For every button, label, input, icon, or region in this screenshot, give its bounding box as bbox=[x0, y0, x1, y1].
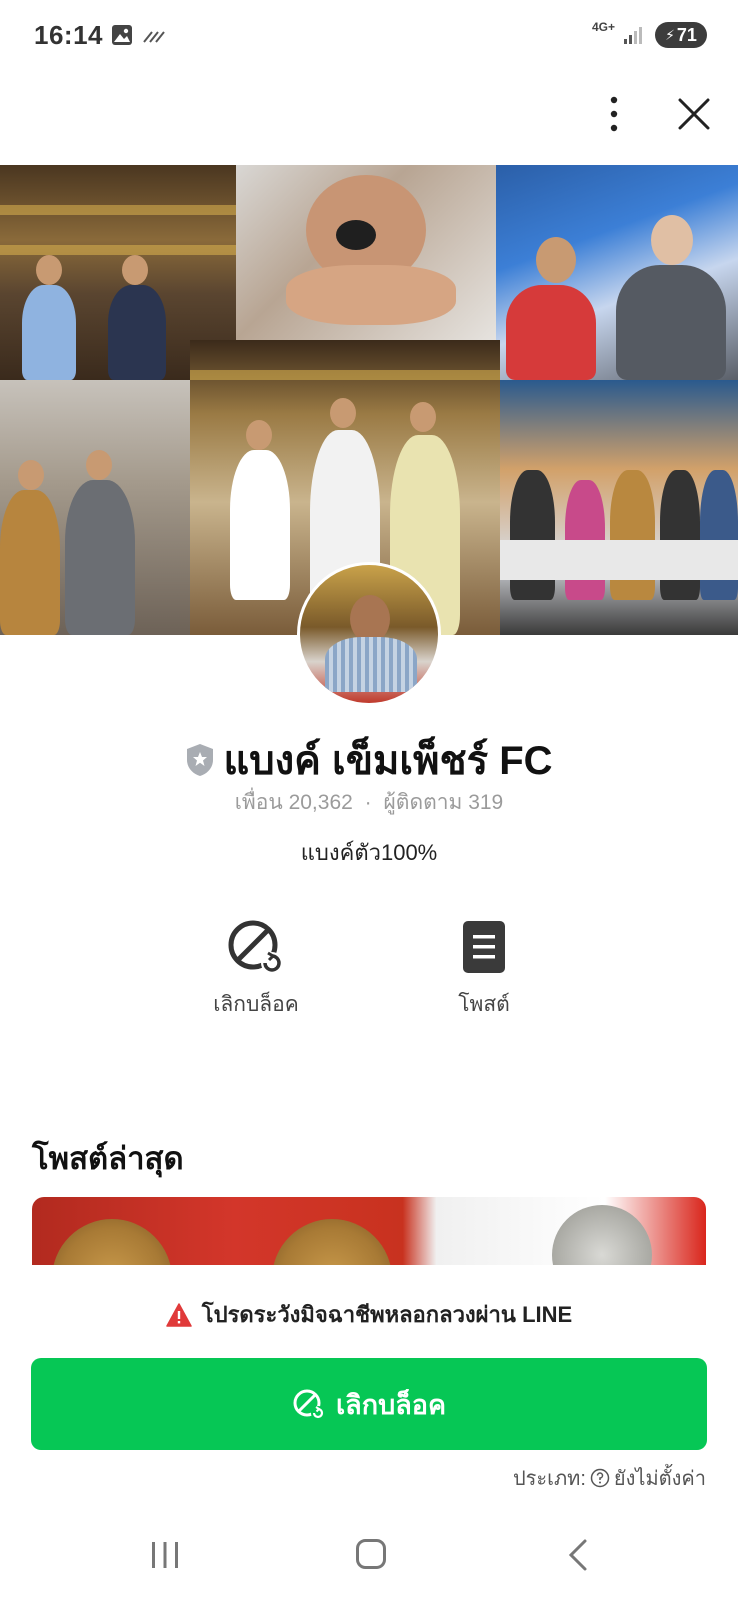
cover-photo-inspect bbox=[236, 165, 496, 340]
profile-stats: เพื่อน 20,362 · ผู้ติดตาม 319 bbox=[0, 786, 738, 819]
gallery-icon bbox=[112, 25, 132, 45]
stats-separator: · bbox=[364, 791, 372, 814]
account-badge-icon bbox=[187, 744, 214, 776]
scam-warning: โปรดระวังมิจฉาชีพหลอกลวงผ่าน LINE bbox=[0, 1297, 738, 1332]
type-label: ประเภท: bbox=[512, 1468, 586, 1490]
recent-apps-icon[interactable] bbox=[148, 1540, 182, 1570]
post-icon bbox=[463, 921, 505, 973]
warning-icon bbox=[166, 1302, 192, 1327]
latest-post-card[interactable] bbox=[32, 1197, 706, 1265]
friends-count: 20,362 bbox=[288, 791, 353, 814]
battery-icon: ⚡ 71 bbox=[655, 22, 707, 48]
cover-photo-studio bbox=[0, 380, 190, 635]
battery-level: 71 bbox=[676, 24, 697, 45]
latest-posts-title: โพสต์ล่าสุด bbox=[32, 1141, 184, 1176]
network-type: 4G+ bbox=[592, 20, 616, 34]
system-nav-bar bbox=[0, 1510, 738, 1600]
account-type-row[interactable]: ประเภท: ยังไม่ตั้งค่า bbox=[513, 1462, 706, 1494]
profile-name: แบงค์ เข็มเพ็ชร์ FC bbox=[223, 739, 553, 783]
charging-icon: ⚡ bbox=[665, 26, 675, 43]
friends-label: เพื่อน bbox=[234, 791, 283, 814]
unblock-button[interactable]: เลิกบล็อค bbox=[31, 1358, 707, 1450]
followers-label: ผู้ติดตาม bbox=[383, 791, 463, 814]
help-icon bbox=[590, 1468, 610, 1488]
home-icon[interactable] bbox=[355, 1538, 387, 1570]
status-time: 16:14 bbox=[34, 20, 103, 50]
warning-text: โปรดระวังมิจฉาชีพหลอกลวงผ่าน LINE bbox=[201, 1302, 573, 1327]
followers-count: 319 bbox=[468, 791, 504, 814]
unblock-button-label: เลิกบล็อค bbox=[335, 1389, 447, 1420]
more-vertical-icon[interactable] bbox=[596, 92, 632, 136]
unblock-icon bbox=[228, 920, 283, 974]
sync-icon bbox=[143, 31, 165, 43]
post-label: โพสต์ bbox=[458, 993, 510, 1016]
type-value: ยังไม่ตั้งค่า bbox=[613, 1468, 706, 1490]
close-icon[interactable] bbox=[672, 92, 716, 136]
unblock-icon bbox=[293, 1389, 325, 1420]
profile-avatar[interactable] bbox=[297, 562, 441, 706]
post-action[interactable]: โพสต์ bbox=[404, 918, 564, 1021]
signal-icon bbox=[624, 27, 642, 44]
back-icon[interactable] bbox=[566, 1538, 590, 1572]
cover-photo-tv bbox=[496, 165, 738, 380]
unblock-label: เลิกบล็อค bbox=[213, 993, 299, 1016]
status-message: แบงค์ตัว100% bbox=[300, 840, 438, 865]
cover-photo-show bbox=[500, 380, 738, 635]
unblock-action[interactable]: เลิกบล็อค bbox=[176, 918, 336, 1021]
profile-name-row: แบงค์ เข็มเพ็ชร์ FC bbox=[0, 728, 738, 792]
status-bar: 16:14 4G+ ⚡ 71 bbox=[0, 0, 738, 72]
